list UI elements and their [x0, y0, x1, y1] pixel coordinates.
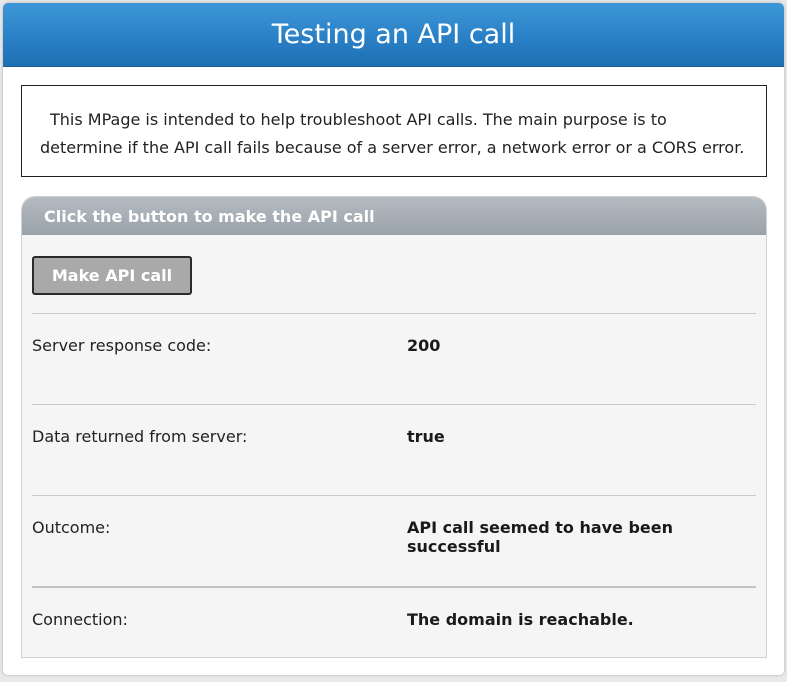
api-call-panel: Click the button to make the API call Ma… — [21, 196, 767, 658]
panel-title: Click the button to make the API call — [22, 197, 766, 235]
result-row-outcome: Outcome: API call seemed to have been su… — [32, 495, 756, 585]
result-row-connection: Connection: The domain is reachable. — [32, 586, 756, 657]
intro-description: This MPage is intended to help troublesh… — [21, 85, 767, 177]
row-value: 200 — [407, 336, 441, 355]
row-label: Outcome: — [32, 518, 111, 537]
result-row-data-returned: Data returned from server: true — [32, 404, 756, 494]
row-value: API call seemed to have been successful — [407, 518, 674, 556]
page-title: Testing an API call — [3, 3, 784, 67]
result-row-server-response: Server response code: 200 — [32, 313, 756, 403]
row-label: Connection: — [32, 610, 128, 629]
row-label: Server response code: — [32, 336, 212, 355]
row-value: true — [407, 427, 445, 446]
make-api-call-button[interactable]: Make API call — [32, 256, 192, 295]
mpage-window: Testing an API call This MPage is intend… — [3, 3, 784, 675]
row-value: The domain is reachable. — [407, 610, 634, 629]
row-label: Data returned from server: — [32, 427, 248, 446]
